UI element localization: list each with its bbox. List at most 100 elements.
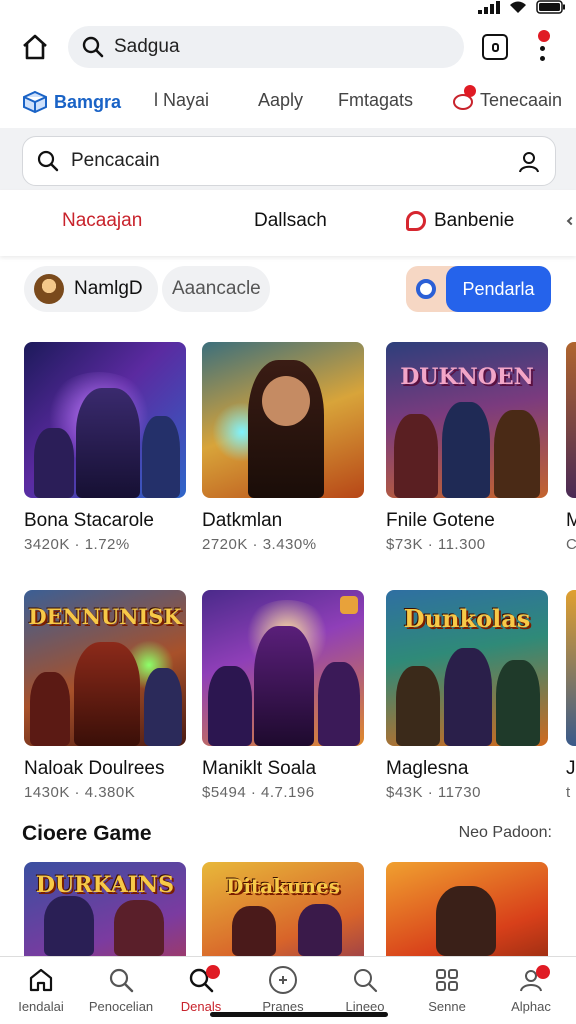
game-thumbnail[interactable]: DURKAINS xyxy=(24,862,186,956)
cast-icon xyxy=(491,42,499,52)
search-icon xyxy=(82,36,104,58)
category-tabs: Bamgra l Nayai Aaply Fmtagats Tenecaain xyxy=(0,82,576,122)
nav-badge xyxy=(206,965,220,979)
filter-tab-label: Banbenie xyxy=(434,210,515,231)
search-panel: Pencacain xyxy=(0,128,576,190)
more-dot-icon xyxy=(540,56,545,61)
nav-label: Senne xyxy=(428,999,466,1014)
game-title: Naloak Doulrees xyxy=(24,758,165,779)
tab-label: Aaply xyxy=(258,90,304,110)
toggle-button-label: Pendarla xyxy=(462,278,535,299)
toggle-knob[interactable] xyxy=(416,279,436,299)
filter-tab-3[interactable]: Banbenie xyxy=(406,210,514,232)
game-meta: 2720K · 3.430% xyxy=(202,536,317,553)
game-title: M xyxy=(566,510,576,531)
tab-label: Tenecaain xyxy=(480,90,563,110)
home-indicator xyxy=(210,1012,388,1017)
home-icon xyxy=(23,34,47,60)
scroll-left-icon[interactable] xyxy=(566,216,576,226)
filter-tab-1[interactable]: Nacaajan xyxy=(62,210,142,232)
section-see-all-link[interactable]: Neo Padoon: xyxy=(459,824,552,842)
tab-category-1[interactable]: Bamgra xyxy=(22,90,121,114)
nav-item-4[interactable]: Pranes xyxy=(242,963,324,1014)
filter-tab-label: Dallsach xyxy=(254,210,327,231)
game-card[interactable]: Dunkolas Maglesna $43K · 11730 xyxy=(386,590,552,806)
toggle-action-button[interactable]: Pendarla xyxy=(446,266,551,312)
game-card[interactable]: Datkmlan 2720K · 3.430% xyxy=(202,342,368,558)
nav-item-7[interactable]: Alphac xyxy=(490,963,572,1014)
game-title: J xyxy=(566,758,576,779)
top-bar: Sadgua xyxy=(0,24,576,70)
game-badge-icon xyxy=(340,596,358,614)
profile-chip[interactable]: NamlgD xyxy=(24,266,158,312)
tab-category-5[interactable]: Tenecaain xyxy=(452,84,563,111)
nav-item-3[interactable]: Denals xyxy=(160,963,242,1014)
search-icon xyxy=(109,968,134,993)
game-meta: t xyxy=(566,784,571,801)
status-bar xyxy=(0,0,576,18)
game-card[interactable]: Bona Stacarole 3420K · 1.72% xyxy=(24,342,190,558)
nav-label: Penocelian xyxy=(88,999,154,1014)
game-art-title: Dunkolas xyxy=(403,604,531,633)
nav-badge xyxy=(536,965,550,979)
nav-item-5[interactable]: Lineeo xyxy=(324,963,406,1014)
tab-category-4[interactable]: Fmtagats xyxy=(338,90,413,111)
search-input-text: Pencacain xyxy=(71,150,160,171)
game-card[interactable]: Maniklt Soala $5494 · 4.7.196 xyxy=(202,590,368,806)
profile-chip-label: NamlgD xyxy=(74,278,143,299)
game-card-partial[interactable]: J t xyxy=(566,590,576,806)
game-meta: C xyxy=(566,536,576,553)
tab-category-3[interactable]: Aaply xyxy=(258,90,303,111)
toggle-control[interactable]: Pendarla xyxy=(406,266,551,312)
game-card-partial[interactable]: M C xyxy=(566,342,576,558)
game-thumbnail[interactable]: Ditakunes xyxy=(202,862,364,956)
filter-tabs: Nacaajan Dallsach Banbenie xyxy=(0,190,576,256)
nav-item-2[interactable]: Penocelian xyxy=(80,963,162,1014)
game-card[interactable] xyxy=(386,862,552,956)
nav-item-1[interactable]: Iendalai xyxy=(0,963,82,1014)
secondary-chip[interactable]: Aaancacle xyxy=(162,266,270,312)
game-thumbnail[interactable] xyxy=(202,590,364,746)
game-meta: 3420K · 1.72% xyxy=(24,536,130,553)
game-thumbnail[interactable] xyxy=(386,862,548,956)
game-meta: $43K · 11730 xyxy=(386,784,481,801)
more-dot-icon xyxy=(540,46,545,51)
game-thumbnail[interactable] xyxy=(566,590,576,746)
filter-tab-2[interactable]: Dallsach xyxy=(254,210,327,232)
game-thumbnail[interactable] xyxy=(202,342,364,498)
nav-label: Iendalai xyxy=(18,999,64,1014)
wifi-icon xyxy=(510,1,526,13)
avatar xyxy=(34,274,64,304)
more-options-button[interactable] xyxy=(532,30,554,64)
top-search-bar[interactable]: Sadgua xyxy=(68,26,464,68)
status-icons xyxy=(478,0,566,14)
game-thumbnail[interactable]: DUKNOEN xyxy=(386,342,548,498)
game-card[interactable]: DURKAINS xyxy=(24,862,190,956)
game-art-title: Ditakunes xyxy=(225,874,341,898)
tab-category-2[interactable]: l Nayai xyxy=(154,90,209,111)
game-meta: 1430K · 4.380K xyxy=(24,784,136,801)
cube-icon xyxy=(23,90,47,114)
game-meta: $73K · 11.300 xyxy=(386,536,486,553)
compass-icon xyxy=(269,966,297,994)
game-thumbnail[interactable] xyxy=(566,342,576,498)
game-card[interactable]: Ditakunes xyxy=(202,862,368,956)
top-search-text: Sadgua xyxy=(114,36,180,57)
chip-row: NamlgD Aaancacle Pendarla xyxy=(0,264,576,316)
game-card[interactable]: DUKNOEN Fnile Gotene $73K · 11.300 xyxy=(386,342,552,558)
notification-badge xyxy=(538,30,550,42)
game-meta: $5494 · 4.7.196 xyxy=(202,784,315,801)
game-art-title: DUKNOEN xyxy=(400,364,534,390)
cast-button[interactable] xyxy=(482,34,508,60)
game-thumbnail[interactable] xyxy=(24,342,186,498)
game-title: Maniklt Soala xyxy=(202,758,317,779)
game-art-title: DURKAINS xyxy=(35,872,175,898)
home-button[interactable] xyxy=(18,32,52,62)
tab-label: Fmtagats xyxy=(338,90,414,110)
game-thumbnail[interactable]: Dunkolas xyxy=(386,590,548,746)
voice-search-icon[interactable] xyxy=(517,150,541,174)
search-input[interactable]: Pencacain xyxy=(22,136,556,186)
nav-item-6[interactable]: Senne xyxy=(406,963,488,1014)
game-card[interactable]: DENNUNISK Naloak Doulrees 1430K · 4.380K xyxy=(24,590,190,806)
game-thumbnail[interactable]: DENNUNISK xyxy=(24,590,186,746)
